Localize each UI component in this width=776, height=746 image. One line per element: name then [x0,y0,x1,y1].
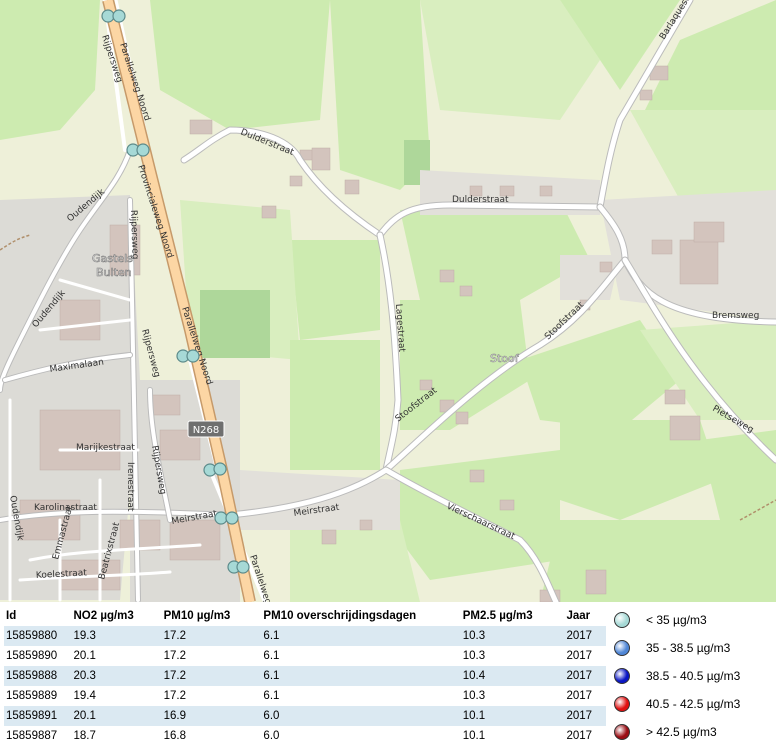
cell-pm10-days: 6.1 [261,626,461,646]
measurement-point[interactable] [214,511,228,525]
table-header-row: Id NO2 µg/m3 PM10 µg/m3 PM10 overschrijd… [4,606,606,626]
cell-year: 2017 [564,626,606,646]
cell-no2: 20.3 [71,666,162,686]
legend-item: 40.5 - 42.5 µg/m3 [614,690,774,718]
cell-year: 2017 [566,690,593,702]
cell-no2: 20.1 [71,706,162,726]
cell-no2: 20.1 [73,650,96,662]
cell-no2: 19.3 [71,626,162,646]
column-header-id: Id [6,610,17,622]
table-row[interactable]: 15859887 18.7 16.8 6.0 10.1 2017 [4,726,606,746]
column-header-no2: NO2 µg/m3 [73,610,134,622]
cell-id: 15859880 [4,626,72,646]
table-row[interactable]: 15859891 20.1 16.9 6.0 10.1 2017 [4,706,606,726]
cell-pm25: 10.1 [460,706,565,726]
road-label-dulderstraat-2: Dulderstraat [452,195,509,205]
measurement-point[interactable] [136,143,150,157]
cell-no2: 18.7 [73,730,96,742]
road-label-irenestraat: Irenestraat [125,462,135,512]
measurement-point[interactable] [236,560,250,574]
legend-label: < 35 µg/m3 [646,613,707,627]
measurement-point[interactable] [112,9,126,23]
cell-pm10-days: 6.1 [263,690,280,702]
map-canvas[interactable]: Provincialeweg Noord Parallelweg Noord P… [0,0,776,602]
cell-year: 2017 [566,650,593,662]
place-label-gastels: Gastels [92,252,133,265]
column-header-pm10: PM10 µg/m3 [163,610,231,622]
measurement-point[interactable] [101,9,115,23]
column-header-year: Jaar [566,610,591,622]
legend-label: 40.5 - 42.5 µg/m3 [646,697,741,711]
cell-id: 15859891 [4,706,72,726]
column-header-pm10-days: PM10 overschrijdingsdagen [263,610,417,622]
cell-pm25: 10.3 [460,626,565,646]
cell-pm10-days: 6.1 [261,666,461,686]
cell-pm10-days: 6.0 [263,730,280,742]
cell-pm10: 17.2 [161,666,262,686]
place-label-buiten: Buiten [96,266,132,279]
svg-text:N268: N268 [193,425,220,436]
legend: < 35 µg/m3 35 - 38.5 µg/m3 38.5 - 40.5 µ… [614,606,774,746]
table-row[interactable]: 15859890 20.1 17.2 6.1 10.3 2017 [4,646,606,666]
cell-pm10-days: 6.0 [261,706,461,726]
legend-label: 38.5 - 40.5 µg/m3 [646,669,741,683]
cell-pm25: 10.4 [460,666,565,686]
cell-pm10-days: 6.1 [263,650,280,662]
cell-pm10: 16.9 [161,706,262,726]
cell-pm25: 10.1 [462,730,486,742]
legend-dot-icon [614,668,630,684]
cell-pm10: 17.2 [163,690,187,702]
results-panel: Id NO2 µg/m3 PM10 µg/m3 PM10 overschrijd… [0,602,776,746]
cell-pm10: 17.2 [161,626,262,646]
measurement-point[interactable] [225,511,239,525]
measurement-table: Id NO2 µg/m3 PM10 µg/m3 PM10 overschrijd… [4,606,606,746]
road-shield-n268: N268 [187,420,225,438]
cell-year: 2017 [564,706,606,726]
cell-id: 15859889 [6,690,58,702]
cell-no2: 19.4 [73,690,96,702]
cell-pm10: 17.2 [163,650,187,662]
cell-pm10: 16.8 [163,730,187,742]
cell-year: 2017 [564,666,606,686]
legend-item: < 35 µg/m3 [614,606,774,634]
cell-id: 15859888 [4,666,72,686]
measurement-point[interactable] [186,349,200,363]
table-row[interactable]: 15859889 19.4 17.2 6.1 10.3 2017 [4,686,606,706]
place-label-stoof: Stoof [490,352,520,365]
legend-dot-icon [614,696,630,712]
legend-dot-icon [614,612,630,628]
cell-year: 2017 [566,730,593,742]
column-header-pm25: PM2.5 µg/m3 [462,610,533,622]
table-row[interactable]: 15859880 19.3 17.2 6.1 10.3 2017 [4,626,606,646]
legend-label: > 42.5 µg/m3 [646,725,717,739]
legend-item: 38.5 - 40.5 µg/m3 [614,662,774,690]
cell-pm25: 10.3 [462,650,486,662]
cell-pm25: 10.3 [462,690,486,702]
legend-dot-icon [614,640,630,656]
table-row[interactable]: 15859888 20.3 17.2 6.1 10.4 2017 [4,666,606,686]
map-view[interactable]: Provincialeweg Noord Parallelweg Noord P… [0,0,776,602]
road-label-bremsweg: Bremsweg [712,311,759,321]
legend-item: > 42.5 µg/m3 [614,718,774,746]
cell-id: 15859890 [6,650,58,662]
measurement-point[interactable] [213,462,227,476]
cell-id: 15859887 [6,730,58,742]
legend-item: 35 - 38.5 µg/m3 [614,634,774,662]
legend-dot-icon [614,724,630,740]
legend-label: 35 - 38.5 µg/m3 [646,641,731,655]
road-label-marijkestraat: Marijkestraat [76,443,135,453]
